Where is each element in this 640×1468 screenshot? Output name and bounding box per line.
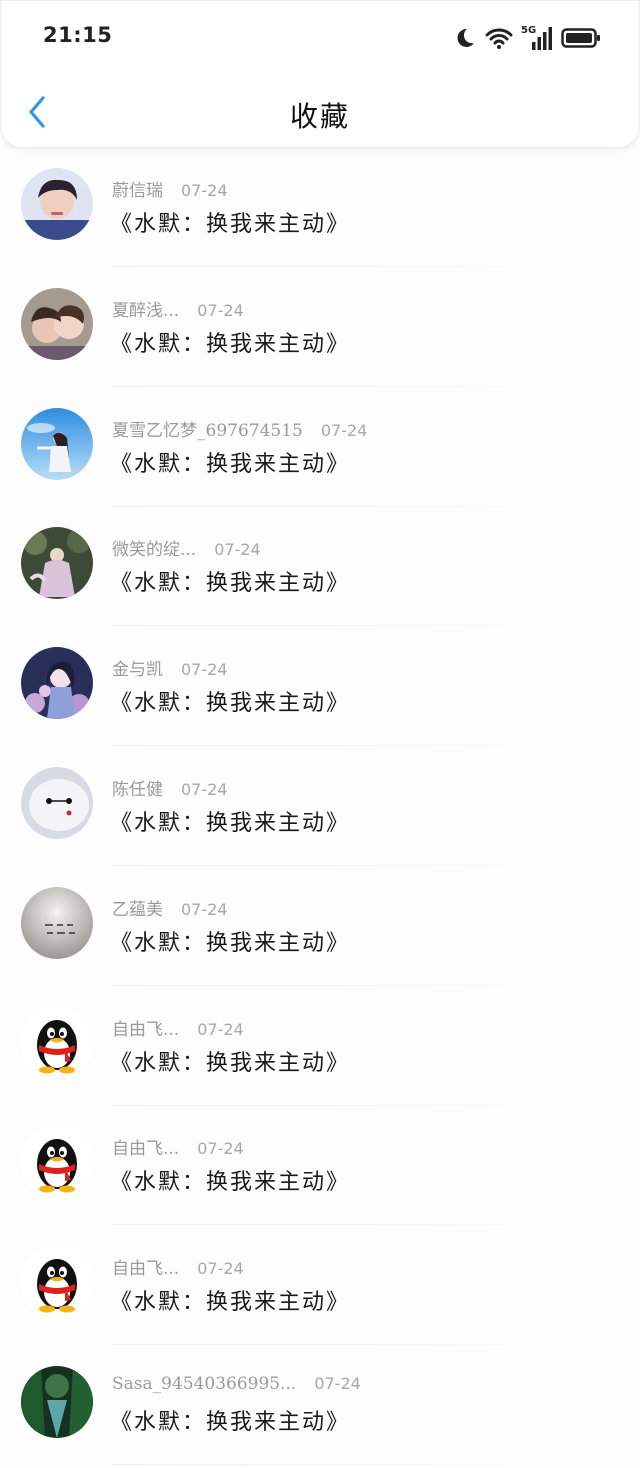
avatar[interactable] <box>21 527 93 600</box>
divider <box>112 1344 532 1346</box>
item-meta: 蔚信瑞 07-24 <box>112 176 228 201</box>
item-date: 07-24 <box>197 1259 244 1279</box>
author-name: 微笑的绽... <box>112 540 197 561</box>
divider <box>112 864 532 866</box>
avatar[interactable] <box>21 766 93 839</box>
avatar[interactable] <box>21 1006 93 1079</box>
wifi-icon <box>485 26 513 50</box>
item-title: 《水默：换我来主动》 <box>110 691 351 717</box>
divider <box>112 1463 532 1465</box>
divider <box>112 984 532 986</box>
avatar[interactable] <box>21 1126 93 1199</box>
status-bar: 21:15 5G <box>1 1 640 71</box>
item-title: 《水默：换我来主动》 <box>110 451 351 477</box>
favorite-item[interactable]: 夏雪乙忆梦_697674515 07-24 《水默：换我来主动》 <box>0 390 640 510</box>
item-date: 07-24 <box>320 420 368 440</box>
item-date: 07-24 <box>197 300 244 320</box>
divider <box>112 745 532 747</box>
battery-icon <box>561 27 601 49</box>
avatar[interactable] <box>21 647 93 720</box>
status-time: 21:15 <box>43 23 113 47</box>
divider <box>112 505 532 507</box>
item-meta: 金与凯 07-24 <box>112 655 228 680</box>
item-title: 《水默：换我来主动》 <box>110 810 351 836</box>
item-meta: 夏醉浅... 07-24 <box>112 296 244 321</box>
header: 21:15 5G 收藏 <box>0 0 640 148</box>
item-meta: 自由飞... 07-24 <box>112 1134 244 1159</box>
author-name: 自由飞... <box>112 1259 180 1280</box>
item-title: 《水默：换我来主动》 <box>110 1409 351 1435</box>
divider <box>112 385 532 387</box>
item-title: 《水默：换我来主动》 <box>110 1290 351 1316</box>
favorite-item[interactable]: 自由飞... 07-24 《水默：换我来主动》 <box>0 1108 640 1228</box>
item-meta: 夏雪乙忆梦_697674515 07-24 <box>112 416 367 441</box>
item-meta: Sasa_94540366995... 07-24 <box>112 1374 361 1394</box>
divider <box>112 266 532 267</box>
favorite-item[interactable]: Sasa_94540366995... 07-24 《水默：换我来主动》 <box>0 1348 640 1468</box>
item-date: 07-24 <box>181 181 228 200</box>
item-date: 07-24 <box>314 1373 361 1393</box>
author-name: 夏醉浅... <box>112 300 180 321</box>
item-meta: 自由飞... 07-24 <box>112 1015 244 1040</box>
item-meta: 陈任健 07-24 <box>112 775 228 800</box>
author-name: 蔚信瑞 <box>112 181 163 201</box>
favorite-item[interactable]: 自由飞... 07-24 《水默：换我来主动》 <box>0 1228 640 1348</box>
item-title: 《水默：换我来主动》 <box>110 571 351 597</box>
item-meta: 自由飞... 07-24 <box>112 1254 244 1279</box>
favorite-item[interactable]: 夏醉浅... 07-24 《水默：换我来主动》 <box>0 270 640 390</box>
item-title: 《水默：换我来主动》 <box>110 1170 351 1196</box>
item-date: 07-24 <box>214 540 261 560</box>
favorite-item[interactable]: 蔚信瑞 07-24 《水默：换我来主动》 <box>0 150 640 270</box>
cellular-5g-icon: 5G <box>521 25 553 51</box>
favorite-item[interactable]: 陈任健 07-24 《水默：换我来主动》 <box>0 749 640 869</box>
favorite-item[interactable]: 自由飞... 07-24 《水默：换我来主动》 <box>0 989 640 1109</box>
item-date: 07-24 <box>197 1019 244 1039</box>
author-name: 自由飞... <box>112 1019 180 1040</box>
moon-icon <box>453 26 477 50</box>
item-title: 《水默：换我来主动》 <box>110 331 351 357</box>
item-meta: 乙蕴美 07-24 <box>112 895 228 920</box>
divider <box>112 1104 532 1106</box>
item-date: 07-24 <box>197 1139 244 1159</box>
avatar[interactable] <box>21 287 93 360</box>
item-title: 《水默：换我来主动》 <box>110 1050 351 1076</box>
favorite-item[interactable]: 微笑的绽... 07-24 《水默：换我来主动》 <box>0 509 640 629</box>
author-name: 陈任健 <box>112 779 163 800</box>
author-name: 夏雪乙忆梦_697674515 <box>112 420 303 441</box>
divider <box>112 625 532 627</box>
avatar[interactable] <box>21 1246 93 1319</box>
item-title: 《水默：换我来主动》 <box>110 930 351 956</box>
avatar[interactable] <box>21 407 93 480</box>
item-date: 07-24 <box>181 660 228 680</box>
author-name: 乙蕴美 <box>112 899 163 920</box>
favorite-item[interactable]: 乙蕴美 07-24 《水默：换我来主动》 <box>0 869 640 989</box>
avatar[interactable] <box>21 1365 93 1438</box>
item-meta: 微笑的绽... 07-24 <box>112 535 261 560</box>
author-name: Sasa_94540366995... <box>112 1373 297 1394</box>
item-date: 07-24 <box>181 779 228 799</box>
item-title: 《水默：换我来主动》 <box>110 212 351 237</box>
author-name: 金与凯 <box>112 660 163 681</box>
avatar[interactable] <box>21 886 93 959</box>
status-icons: 5G <box>453 23 601 53</box>
divider <box>112 1224 532 1226</box>
favorites-list: 蔚信瑞 07-24 《水默：换我来主动》 夏醉浅... 07-24 《水默：换我来主动》夏… <box>0 150 640 1468</box>
page-title: 收藏 <box>289 100 350 133</box>
avatar[interactable] <box>21 168 93 240</box>
item-date: 07-24 <box>181 899 228 919</box>
author-name: 自由飞... <box>112 1139 180 1160</box>
favorite-item[interactable]: 金与凯 07-24 《水默：换我来主动》 <box>0 629 640 749</box>
